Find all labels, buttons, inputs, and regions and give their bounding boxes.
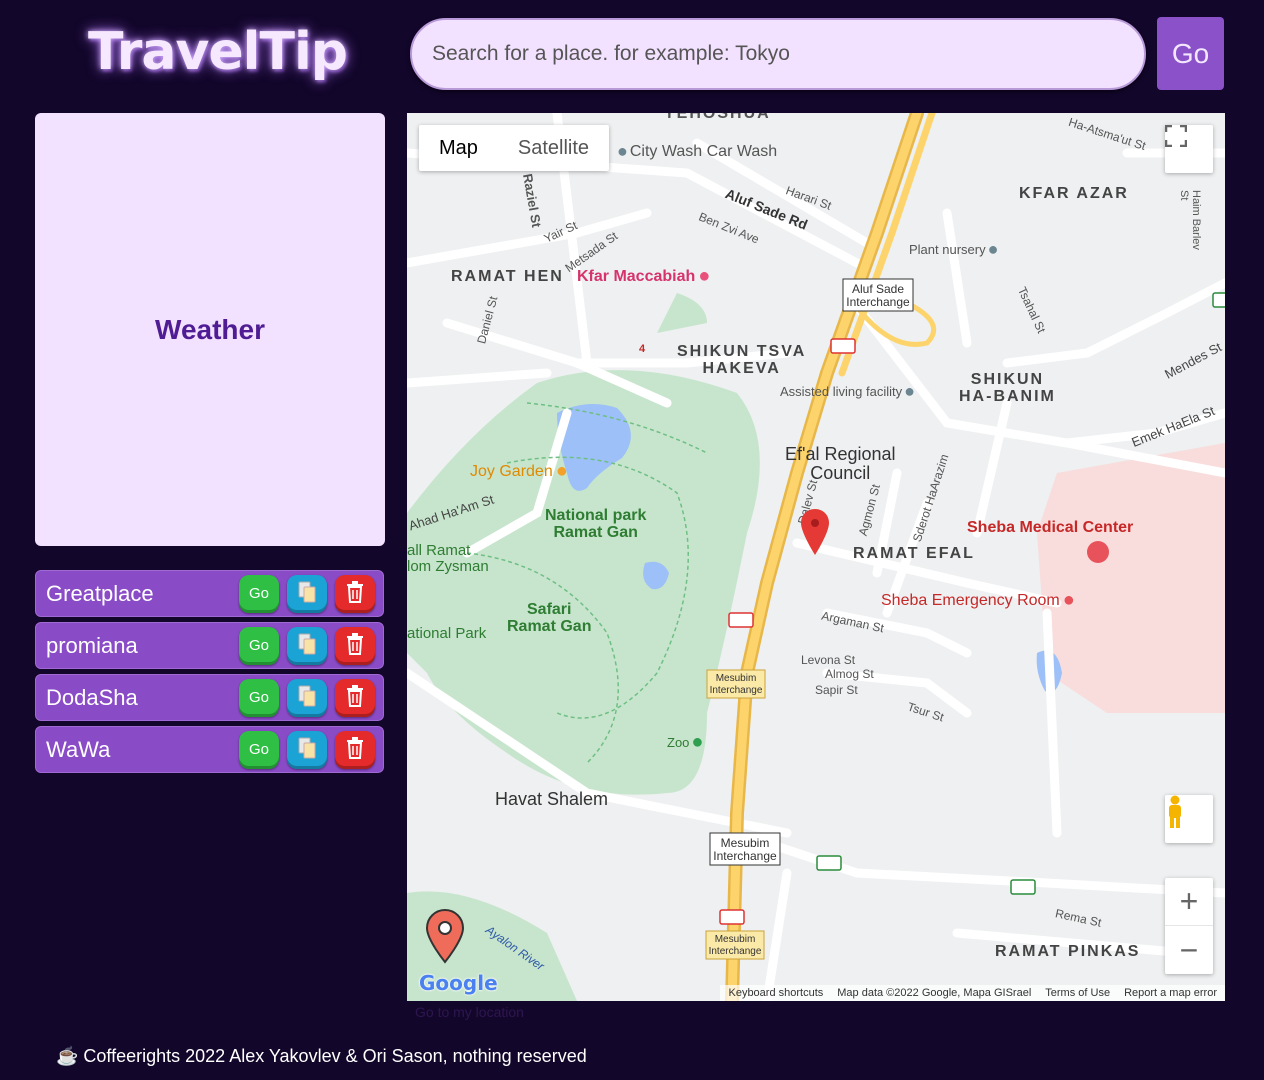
map-label: Sapir St [815, 683, 858, 697]
map-type-map[interactable]: Map [419, 125, 498, 171]
copy-button[interactable] [287, 626, 327, 665]
neighborhood-label: RAMAT PINKAS [995, 943, 1141, 960]
goto-my-location-tooltip: Go to my location [415, 1004, 524, 1020]
keyboard-shortcuts-link[interactable]: Keyboard shortcuts [728, 985, 823, 1001]
place-label: Havat Shalem [495, 789, 609, 809]
trash-icon [346, 684, 364, 711]
copy-icon [298, 685, 316, 711]
map-attribution: Keyboard shortcuts Map data ©2022 Google… [720, 985, 1225, 1001]
map-label: KFAR AZAR [1019, 185, 1129, 202]
poi-zoo[interactable]: Zoo ● [667, 731, 704, 754]
park-label: all Ramat lom Zysman [407, 542, 489, 575]
place-go-button[interactable]: Go [239, 574, 279, 613]
place-item: promiana Go [35, 622, 384, 669]
minus-icon: − [1179, 931, 1199, 968]
app-logo: TravelTip [88, 22, 348, 82]
park-label: ational Park [407, 625, 487, 642]
hospital-icon [1087, 541, 1109, 563]
poi-sheba-medical[interactable]: Sheba Medical Center [967, 519, 1133, 537]
interchange-label: Aluf Sade Interchange [846, 282, 910, 309]
place-label: Ef'al Regional Council [785, 444, 896, 483]
map-canvas[interactable]: YEHOSHUA ● City Wash Car Wash KFAR AZAR H… [407, 113, 1225, 1001]
saved-places-list: Greatplace Go promiana Go DodaSha Go WaW… [35, 570, 384, 778]
paw-icon: ● [691, 731, 704, 753]
map-pin-icon: ● [904, 381, 915, 401]
place-name: promiana [46, 632, 138, 658]
map-label: YEHOSHUA [664, 113, 771, 122]
fullscreen-button[interactable] [1165, 125, 1213, 173]
google-logo: Google [419, 971, 498, 995]
delete-button[interactable] [335, 730, 375, 769]
search-go-button[interactable]: Go [1157, 17, 1224, 90]
copy-button[interactable] [287, 574, 327, 613]
weather-panel: Weather [35, 113, 385, 546]
report-error-link[interactable]: Report a map error [1124, 985, 1217, 1001]
interchange-label: Mesubim Interchange [708, 934, 762, 957]
place-item: DodaSha Go [35, 674, 384, 721]
interchange-label: Mesubim Interchange [713, 836, 777, 863]
route-label: 4 [639, 343, 646, 355]
route-4-shield [719, 909, 745, 925]
search-input[interactable] [410, 18, 1146, 90]
place-go-button[interactable]: Go [239, 678, 279, 717]
poi-city-wash[interactable]: ● City Wash Car Wash [617, 141, 777, 162]
place-go-button[interactable]: Go [239, 730, 279, 769]
trash-icon [346, 736, 364, 763]
neighborhood-label: SHIKUN HA-BANIM [959, 371, 1056, 405]
trash-icon [346, 580, 364, 607]
hotel-icon: ● [698, 265, 711, 287]
map-data-credit: Map data ©2022 Google, Mapa GISrael [837, 987, 1032, 999]
map-pin-icon: ● [987, 239, 999, 259]
poi-plant-nursery[interactable]: Plant nursery ● [909, 239, 998, 260]
neighborhood-label: SHIKUN TSVA HAKEVA [677, 343, 807, 377]
restaurant-icon: ● [555, 460, 568, 482]
delete-button[interactable] [335, 626, 375, 665]
place-name: Greatplace [46, 580, 154, 606]
poi-sheba-emergency[interactable]: Sheba Emergency Room ● [881, 589, 1075, 612]
zoom-control: + − [1165, 878, 1213, 974]
copy-icon [298, 633, 316, 659]
park-label: National park Ramat Gan [545, 507, 647, 541]
place-name: WaWa [46, 736, 111, 762]
street-view-pegman[interactable] [1165, 795, 1213, 843]
map-label: Levona St [801, 653, 856, 667]
poi-assisted-living[interactable]: Assisted living facility ● [780, 381, 915, 402]
map-type-satellite[interactable]: Satellite [498, 125, 609, 171]
place-item: Greatplace Go [35, 570, 384, 617]
map-label: RAMAT HEN [451, 268, 564, 285]
map-label: Haim Barlev St [1178, 190, 1202, 250]
route-4-shield [830, 338, 856, 354]
zoom-out-button[interactable]: − [1165, 926, 1213, 974]
plus-icon: + [1179, 883, 1199, 919]
delete-button[interactable] [335, 678, 375, 717]
map-type-switcher: Map Satellite [419, 125, 610, 171]
place-go-button[interactable]: Go [239, 626, 279, 665]
weather-title: Weather [155, 313, 265, 345]
terms-link[interactable]: Terms of Use [1045, 985, 1110, 1001]
poi-kfar-maccabiah[interactable]: Kfar Maccabiah ● [577, 265, 710, 288]
zoom-in-button[interactable]: + [1165, 878, 1213, 926]
trash-icon [346, 632, 364, 659]
place-item: WaWa Go [35, 726, 384, 773]
map-label: Almog St [825, 667, 874, 681]
place-name: DodaSha [46, 684, 138, 710]
copy-icon [298, 737, 316, 763]
route-4-shield [728, 612, 754, 628]
copy-button[interactable] [287, 678, 327, 717]
map-pin-icon: ● [1062, 589, 1075, 611]
footer-credits: ☕ Coffeerights 2022 Alex Yakovlev & Ori … [56, 1046, 587, 1066]
interchange-label: Mesubim Interchange [709, 673, 763, 696]
neighborhood-label: RAMAT EFAL [853, 545, 975, 562]
delete-button[interactable] [335, 574, 375, 613]
park-label: Safari Ramat Gan [507, 601, 592, 635]
copy-icon [298, 581, 316, 607]
map-pin-icon: ● [617, 141, 628, 161]
copy-button[interactable] [287, 730, 327, 769]
poi-joy-garden[interactable]: Joy Garden ● [470, 460, 568, 483]
